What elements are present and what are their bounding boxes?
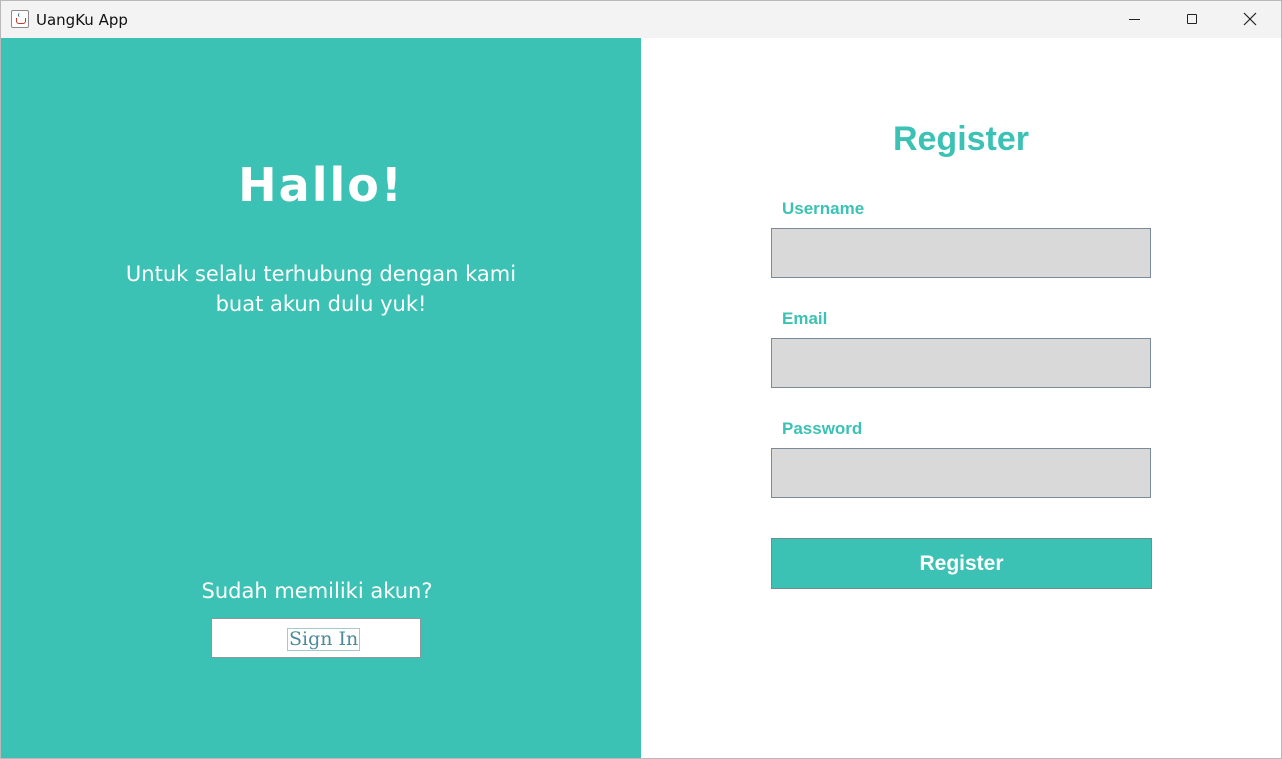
sign-in-label: Sign In bbox=[287, 628, 361, 651]
username-field[interactable] bbox=[771, 228, 1151, 278]
welcome-panel: Hallo! Untuk selalu terhubung dengan kam… bbox=[1, 38, 641, 758]
minimize-button[interactable] bbox=[1105, 1, 1163, 38]
subtitle-line-1: Untuk selalu terhubung dengan kami bbox=[125, 262, 517, 286]
email-field[interactable] bbox=[771, 338, 1151, 388]
register-button[interactable]: Register bbox=[771, 538, 1152, 589]
app-window: UangKu App Hallo! Untuk selalu terhubung… bbox=[0, 0, 1282, 759]
subtitle-line-2: buat akun dulu yuk! bbox=[215, 292, 427, 316]
sign-in-button[interactable]: Sign In bbox=[211, 618, 421, 658]
password-field[interactable] bbox=[771, 448, 1151, 498]
password-label: Password bbox=[782, 419, 863, 438]
register-panel: Register Username Email Password Registe… bbox=[641, 38, 1281, 758]
java-cup-icon bbox=[11, 10, 29, 28]
minimize-icon bbox=[1129, 19, 1140, 20]
maximize-icon bbox=[1187, 14, 1197, 24]
maximize-button[interactable] bbox=[1163, 1, 1221, 38]
have-account-text: Sudah memiliki akun? bbox=[201, 579, 433, 603]
username-label: Username bbox=[782, 199, 865, 218]
title-bar[interactable]: UangKu App bbox=[1, 1, 1281, 38]
register-title: Register bbox=[892, 120, 1030, 158]
email-label: Email bbox=[782, 309, 828, 328]
welcome-subtitle: Untuk selalu terhubung dengan kami buat … bbox=[1, 259, 641, 319]
window-title: UangKu App bbox=[36, 11, 128, 29]
greeting-heading: Hallo! bbox=[238, 158, 404, 212]
close-icon bbox=[1243, 12, 1257, 26]
close-button[interactable] bbox=[1221, 1, 1279, 38]
